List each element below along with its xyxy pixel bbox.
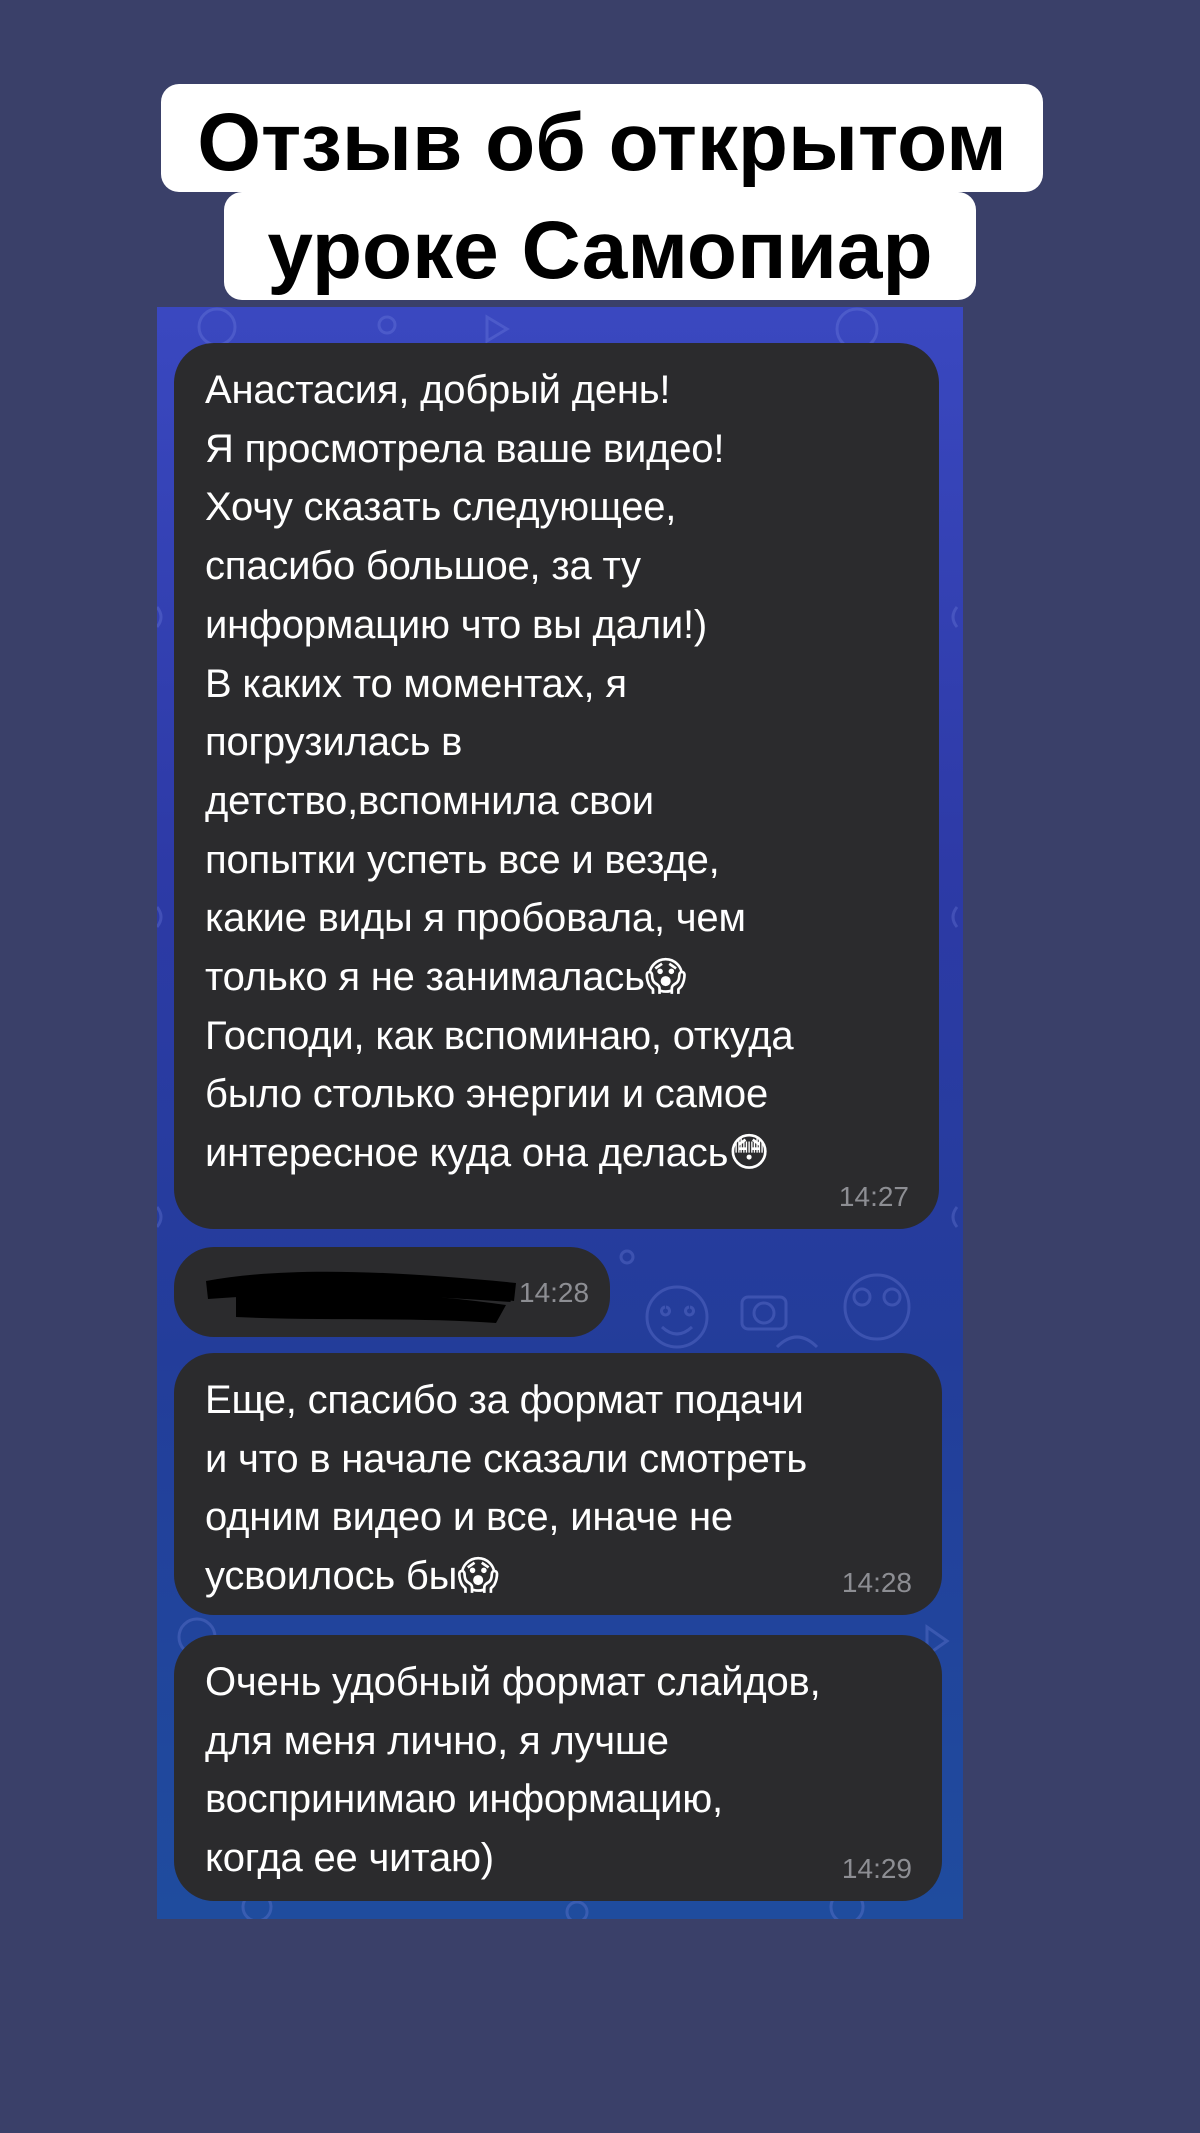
message-text: Анастасия, добрый день! Я просмотрела ва… bbox=[205, 368, 794, 1176]
message-bubble[interactable]: Еще, спасибо за формат подачи и что в на… bbox=[174, 1353, 942, 1615]
message-time: 14:28 bbox=[841, 1567, 912, 1598]
message-bubble[interactable]: Очень удобный формат слайдов, для меня л… bbox=[174, 1635, 942, 1901]
message-time: 14:27 bbox=[838, 1181, 909, 1212]
chat-screenshot: Анастасия, добрый день! Я просмотрела ва… bbox=[157, 307, 963, 1919]
message-text: Очень удобный формат слайдов, для меня л… bbox=[205, 1660, 821, 1881]
message-text: Еще, спасибо за формат подачи и что в на… bbox=[205, 1378, 808, 1599]
message-time: 14:29 bbox=[841, 1853, 912, 1884]
title-line-2: уроке Самопиар bbox=[224, 192, 976, 300]
message-bubble-redacted[interactable]: 14:28 bbox=[174, 1247, 610, 1337]
message-time: 14:28 bbox=[519, 1277, 590, 1308]
redaction-scribble bbox=[206, 1271, 516, 1323]
title-line-1: Отзыв об открытом bbox=[161, 84, 1043, 192]
message-bubble[interactable]: Анастасия, добрый день! Я просмотрела ва… bbox=[174, 343, 939, 1229]
